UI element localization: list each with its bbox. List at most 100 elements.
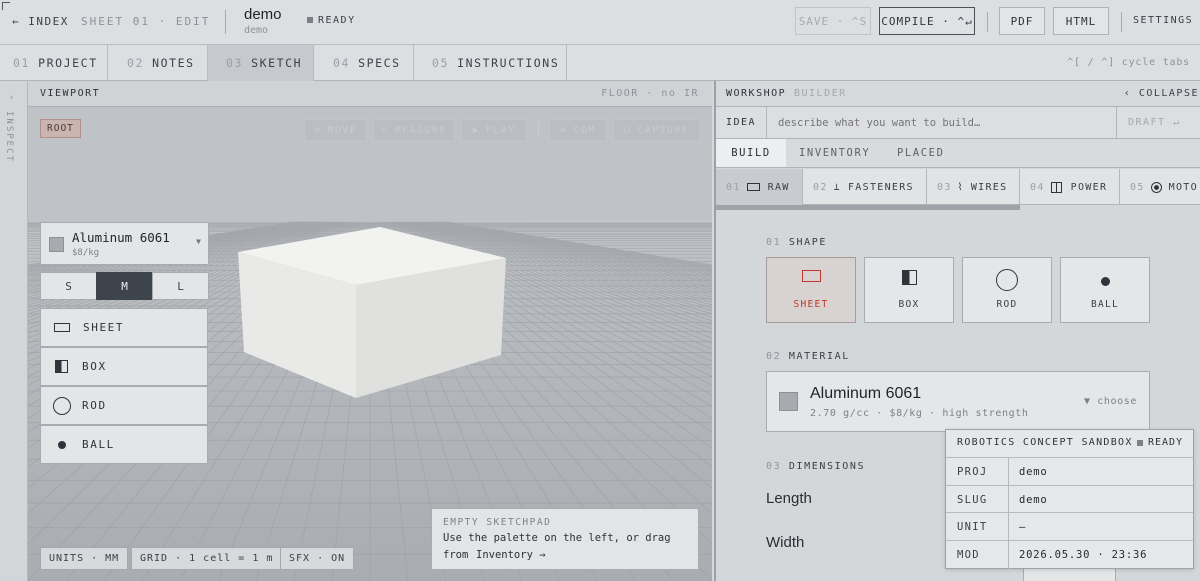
tab-instructions[interactable]: 05 INSTRUCTIONS xyxy=(414,45,567,81)
back-to-index-link[interactable]: ← INDEX xyxy=(12,15,69,28)
divider xyxy=(766,107,767,139)
material-choose-button[interactable]: ▼ choose xyxy=(1084,396,1137,407)
palette-item-sheet[interactable]: SHEET xyxy=(40,308,208,347)
inspect-rail[interactable]: ‹ INSPECT xyxy=(0,81,28,581)
workshop-title: WORKSHOP xyxy=(726,88,787,99)
category-fasteners[interactable]: 02 ⊥ FASTENERS xyxy=(803,169,927,205)
grid-toggle[interactable]: GRID · 1 cell = 1 m xyxy=(131,547,283,570)
card-row-proj: PROJ demo xyxy=(946,457,1193,486)
category-number: 05 xyxy=(1130,181,1145,193)
shape-option-ball[interactable]: BALL xyxy=(1060,257,1150,323)
dimension-length-label: Length xyxy=(766,490,812,507)
tab-project[interactable]: 01 PROJECT xyxy=(0,45,108,81)
build-subtabs: BUILD INVENTORY PLACED xyxy=(716,139,1200,168)
tab-number: 01 xyxy=(13,56,31,70)
material-swatch xyxy=(49,237,64,252)
idea-bar: IDEA DRAFT ↵ xyxy=(716,107,1200,139)
tab-label: PROJECT xyxy=(38,56,98,70)
subtab-build[interactable]: BUILD xyxy=(716,139,786,167)
category-raw[interactable]: 01 RAW xyxy=(716,169,803,205)
material-details: 2.70 g/cc · $8/kg · high strength xyxy=(810,408,1029,419)
palette-item-rod[interactable]: ROD xyxy=(40,386,208,425)
card-row-slug: SLUG demo xyxy=(946,485,1193,514)
units-toggle[interactable]: UNITS · MM xyxy=(40,547,129,570)
ball-icon xyxy=(1100,277,1110,286)
category-label: RAW xyxy=(767,181,790,193)
size-l-button[interactable]: L xyxy=(152,272,209,300)
doc-title[interactable]: demo xyxy=(244,6,282,23)
inspect-rail-label: INSPECT xyxy=(4,111,14,163)
shape-option-label: SHEET xyxy=(793,299,829,310)
material-selector[interactable]: Aluminum 6061 2.70 g/cc · $8/kg · high s… xyxy=(766,371,1150,432)
category-label: POWER xyxy=(1070,181,1108,193)
com-tool-button[interactable]: ⊕ COM xyxy=(549,119,607,141)
category-number: 02 xyxy=(813,181,828,193)
settings-link[interactable]: SETTINGS xyxy=(1133,15,1193,26)
measure-tool-button[interactable]: ⊢ MEASURE xyxy=(373,119,455,141)
category-wires[interactable]: 03 ⌇ WIRES xyxy=(927,169,1020,205)
shape-option-box[interactable]: BOX xyxy=(864,257,954,323)
html-button[interactable]: HTML xyxy=(1053,7,1109,35)
palette-item-ball[interactable]: BALL xyxy=(40,425,208,464)
material-name: Aluminum 6061 xyxy=(810,385,922,402)
category-motors[interactable]: 05 MOTO xyxy=(1120,169,1200,205)
draft-button[interactable]: DRAFT ↵ xyxy=(1128,117,1181,128)
divider xyxy=(538,121,539,139)
tab-sketch[interactable]: 03 SKETCH xyxy=(208,45,314,81)
subtab-placed[interactable]: PLACED xyxy=(897,139,945,167)
card-status: READY xyxy=(1148,437,1184,448)
category-tabs: 01 RAW 02 ⊥ FASTENERS 03 ⌇ WIRES 04 POWER 05 MO… xyxy=(716,169,1200,205)
tab-specs[interactable]: 04 SPECS xyxy=(314,45,414,81)
capture-tool-button[interactable]: ◯ CAPTURE xyxy=(613,119,700,141)
move-icon: ⇄ xyxy=(313,124,322,136)
viewport[interactable]: VIEWPORT FLOOR · no IR ROOT ⇄ MOVE ⊢ MEASU… xyxy=(28,81,712,581)
shape-option-label: ROD xyxy=(996,299,1018,310)
rod-icon xyxy=(53,396,71,415)
empty-hint-text: Use the palette on the left, or drag xyxy=(443,532,671,544)
inventory-link[interactable]: Inventory → xyxy=(476,549,546,561)
material-name: Aluminum 6061 xyxy=(72,230,170,245)
size-m-button[interactable]: M xyxy=(96,272,153,300)
tab-notes[interactable]: 02 NOTES xyxy=(108,45,208,81)
chevron-up-icon: ‹ xyxy=(9,93,15,103)
category-power[interactable]: 04 POWER xyxy=(1020,169,1120,205)
root-badge[interactable]: ROOT xyxy=(40,119,81,138)
palette-item-box[interactable]: BOX xyxy=(40,347,208,386)
category-number: 01 xyxy=(726,181,741,193)
tool-label: MOVE xyxy=(327,124,358,136)
box-3d-model[interactable] xyxy=(228,221,518,401)
dimension-width-label: Width xyxy=(766,534,805,551)
divider xyxy=(987,12,988,32)
pdf-button[interactable]: PDF xyxy=(999,7,1045,35)
shape-option-sheet[interactable]: SHEET xyxy=(766,257,856,323)
motor-icon xyxy=(1150,181,1162,193)
category-label: MOTO xyxy=(1168,181,1198,193)
play-tool-button[interactable]: ▶ PLAY xyxy=(461,119,527,141)
collapse-button[interactable]: ‹ COLLAPSE xyxy=(1124,88,1199,99)
subtab-inventory[interactable]: INVENTORY xyxy=(799,139,870,167)
dimension-width-input[interactable] xyxy=(1023,568,1116,581)
save-button[interactable]: SAVE · ^S xyxy=(795,7,871,35)
corner-mark-icon xyxy=(2,2,10,10)
tab-label: SPECS xyxy=(358,56,401,70)
card-row-value: demo xyxy=(1019,494,1048,506)
box-icon xyxy=(55,360,68,373)
chevron-down-icon: ▼ xyxy=(196,237,201,246)
sfx-toggle[interactable]: SFX · ON xyxy=(280,547,355,570)
project-info-card: ROBOTICS CONCEPT SANDBOX READY PROJ demo … xyxy=(945,429,1194,569)
move-tool-button[interactable]: ⇄ MOVE xyxy=(304,119,367,141)
material-dropdown[interactable]: Aluminum 6061 $8/kg ▼ xyxy=(40,222,209,265)
floor-info: FLOOR · no IR xyxy=(601,88,699,99)
tool-label: COM xyxy=(573,124,596,136)
category-scroll-indicator[interactable] xyxy=(716,205,1020,210)
compile-button[interactable]: COMPILE · ^↵ xyxy=(879,7,975,35)
rod-icon xyxy=(996,269,1018,291)
size-s-button[interactable]: S xyxy=(40,272,97,300)
idea-input[interactable] xyxy=(768,108,1118,138)
card-row-key: SLUG xyxy=(946,486,1009,514)
tab-number: 03 xyxy=(226,56,244,70)
shape-option-rod[interactable]: ROD xyxy=(962,257,1052,323)
sheet-icon xyxy=(54,323,70,332)
card-title: ROBOTICS CONCEPT SANDBOX xyxy=(957,437,1133,448)
card-row-key: UNIT xyxy=(946,513,1009,541)
